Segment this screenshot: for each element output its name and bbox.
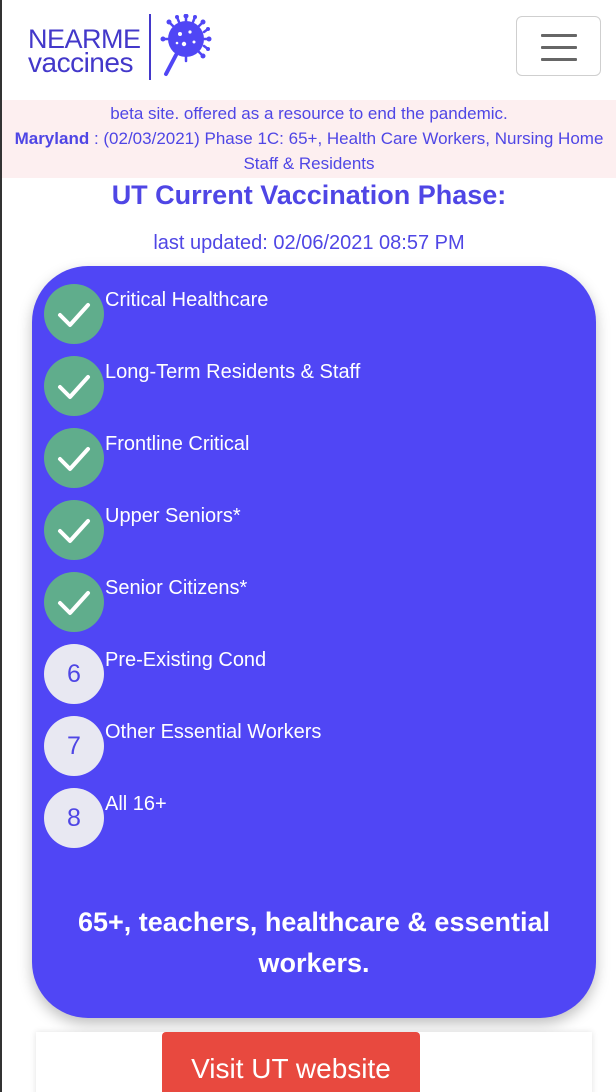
check-icon [44, 356, 104, 416]
phase-item-label: Critical Healthcare [105, 289, 269, 311]
visit-website-button[interactable]: Visit UT website [162, 1032, 420, 1092]
phase-number: 7 [44, 716, 104, 776]
hamburger-menu-icon [541, 46, 577, 49]
banner-update: Maryland : (02/03/2021) Phase 1C: 65+, H… [2, 126, 616, 176]
banner-tagline: beta site. offered as a resource to end … [110, 104, 508, 123]
phase-number: 6 [44, 644, 104, 704]
site-logo[interactable]: NEARME vaccines [26, 14, 216, 84]
beta-banner: beta site. offered as a resource to end … [2, 100, 616, 178]
check-icon [44, 572, 104, 632]
check-icon [44, 284, 104, 344]
phase-item: 8 All 16+ [42, 772, 562, 848]
phase-number: 8 [44, 788, 104, 848]
phase-item: Senior Citizens* [42, 556, 562, 632]
phase-item: Long-Term Residents & Staff [42, 340, 562, 416]
page-title: UT Current Vaccination Phase: [111, 180, 507, 210]
banner-update-text: : (02/03/2021) Phase 1C: 65+, Health Car… [89, 129, 604, 173]
phase-item: 7 Other Essential Workers [42, 700, 562, 776]
phase-item-label: Senior Citizens* [105, 577, 248, 599]
hamburger-menu-icon [541, 34, 577, 37]
phase-item-label: All 16+ [105, 793, 167, 815]
phase-item: Critical Healthcare [42, 268, 562, 344]
phase-item-label: Other Essential Workers [105, 721, 322, 743]
hamburger-menu-icon [541, 58, 577, 61]
logo-divider [149, 14, 151, 80]
navbar: NEARME vaccines [2, 0, 616, 100]
logo-text-line2: vaccines [28, 47, 133, 78]
phase-item: Upper Seniors* [42, 484, 562, 560]
phase-item-label: Frontline Critical [105, 433, 250, 455]
phase-item-label: Long-Term Residents & Staff [105, 361, 361, 383]
virus-magnifier-icon [160, 14, 212, 76]
phase-card: Critical Healthcare Long-Term Residents &… [32, 266, 596, 1018]
last-updated: last updated: 02/06/2021 08:57 PM [153, 232, 465, 254]
phase-item: Frontline Critical [42, 412, 562, 488]
banner-state: Maryland [14, 129, 90, 148]
phase-item: 6 Pre-Existing Cond [42, 628, 562, 704]
phase-item-label: Upper Seniors* [105, 505, 241, 527]
check-icon [44, 500, 104, 560]
check-icon [44, 428, 104, 488]
menu-toggle-button[interactable] [516, 16, 601, 76]
phase-item-label: Pre-Existing Cond [105, 649, 267, 671]
phase-summary: 65+, teachers, healthcare & essential wo… [77, 907, 550, 978]
